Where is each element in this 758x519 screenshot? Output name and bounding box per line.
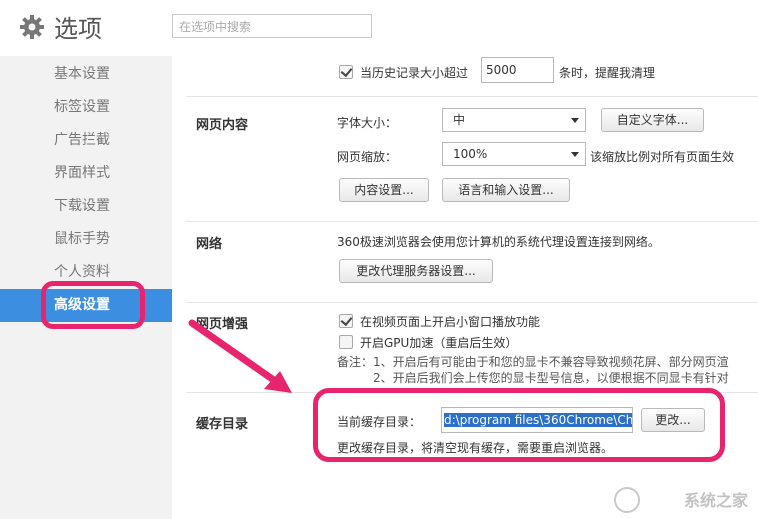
- gpu-label: 开启GPU加速（重启后生效）: [360, 336, 518, 350]
- language-settings-button[interactable]: 语言和输入设置...: [442, 178, 570, 202]
- gear-icon: [20, 15, 44, 39]
- page-title: 选项: [54, 15, 102, 43]
- header: 选项 在选项中搜索: [0, 0, 758, 56]
- chevron-down-icon: [571, 118, 579, 123]
- zoom-value: 100%: [453, 147, 488, 161]
- sidebar-item-appearance[interactable]: 界面样式: [0, 157, 172, 190]
- annotation-arrow-icon: [188, 319, 292, 393]
- custom-font-button[interactable]: 自定义字体...: [601, 108, 704, 132]
- highlight-box-advanced: [41, 281, 145, 329]
- gpu-checkbox[interactable]: [339, 335, 353, 349]
- network-description: 360极速浏览器会使用您计算机的系统代理设置连接到网络。: [337, 235, 660, 249]
- watermark-logo: [614, 487, 640, 513]
- divider: [186, 96, 758, 97]
- section-title-web-content: 网页内容: [196, 118, 249, 133]
- font-size-label: 字体大小：: [337, 116, 398, 130]
- history-prefix: 当历史记录大小超过: [360, 66, 469, 80]
- video-window-checkbox[interactable]: [339, 314, 353, 328]
- sidebar-item-tabs[interactable]: 标签设置: [0, 91, 172, 124]
- zoom-label: 网页缩放：: [337, 150, 398, 164]
- enhance-note-2: 2、开启后我们会上传您的显卡型号信息，以便根据不同显卡有针对: [373, 371, 729, 385]
- section-title-cache: 缓存目录: [196, 417, 249, 432]
- divider: [186, 221, 758, 222]
- search-input[interactable]: 在选项中搜索: [172, 14, 372, 38]
- content-settings-button[interactable]: 内容设置...: [339, 178, 429, 202]
- section-title-network: 网络: [196, 237, 223, 252]
- font-size-value: 中: [453, 113, 466, 127]
- video-window-label: 在视频页面上开启小窗口播放功能: [360, 315, 541, 329]
- sidebar-item-gestures[interactable]: 鼠标手势: [0, 223, 172, 256]
- highlight-box-cache: [313, 388, 725, 462]
- sidebar-item-adblock[interactable]: 广告拦截: [0, 124, 172, 157]
- history-limit-input[interactable]: 5000: [481, 57, 554, 83]
- font-size-select[interactable]: 中: [442, 108, 586, 132]
- enhance-note-1: 备注：1、开启后有可能由于和您的显卡不兼容导致视频花屏、部分网页渲: [337, 355, 729, 369]
- sidebar-item-basic[interactable]: 基本设置: [0, 58, 172, 91]
- history-checkbox[interactable]: [339, 65, 353, 79]
- history-suffix: 条时，提醒我清理: [559, 66, 656, 80]
- chevron-down-icon: [571, 152, 579, 157]
- watermark: 系统之家: [683, 491, 748, 510]
- sidebar-item-download[interactable]: 下载设置: [0, 190, 172, 223]
- zoom-select[interactable]: 100%: [442, 142, 586, 166]
- proxy-settings-button[interactable]: 更改代理服务器设置...: [339, 259, 493, 283]
- zoom-note: 该缩放比例对所有页面生效: [590, 150, 735, 164]
- divider: [186, 302, 758, 303]
